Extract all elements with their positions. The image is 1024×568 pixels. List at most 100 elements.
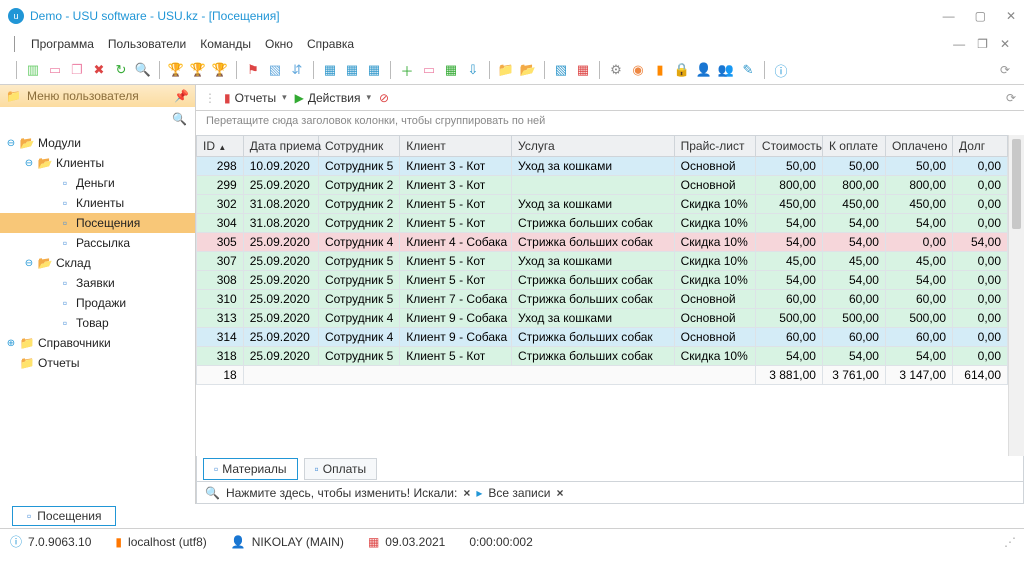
filter-clear2-icon[interactable]: × — [556, 486, 563, 500]
data-grid[interactable]: ID ▲ Дата приема Сотрудник Клиент Услуга… — [196, 135, 1008, 385]
link-icon[interactable]: ⇵ — [289, 62, 305, 78]
table-row[interactable]: 29810.09.2020Сотрудник 5Клиент 3 - КотУх… — [197, 157, 1008, 176]
folder1-icon[interactable]: 📁 — [498, 62, 514, 78]
open-icon[interactable]: ▭ — [47, 62, 63, 78]
tab-payments[interactable]: ▫Оплаты — [304, 458, 378, 480]
resize-grip-icon[interactable]: ⋰ — [1004, 535, 1014, 549]
col-client[interactable]: Клиент — [400, 136, 512, 157]
table-row[interactable]: 31025.09.2020Сотрудник 5Клиент 7 - Собак… — [197, 290, 1008, 309]
search-icon[interactable]: 🔍 — [135, 62, 151, 78]
note-icon[interactable]: ▭ — [421, 62, 437, 78]
app3-icon[interactable]: ▦ — [366, 62, 382, 78]
col-debt[interactable]: Долг — [953, 136, 1008, 157]
tree-refs[interactable]: ⊕📁Справочники — [0, 333, 195, 353]
gear-icon[interactable]: ⚙ — [608, 62, 624, 78]
col-paid[interactable]: Оплачено — [885, 136, 952, 157]
tree-sales[interactable]: ▫Продажи — [0, 293, 195, 313]
tree-money[interactable]: ▫Деньги — [0, 173, 195, 193]
calendar-icon[interactable]: ▦ — [575, 62, 591, 78]
filter-clear1-icon[interactable]: × — [463, 486, 470, 500]
mdi-restore-icon[interactable]: ❐ — [977, 37, 988, 51]
user-icon[interactable]: 👤 — [696, 62, 712, 78]
menu-users[interactable]: Пользователи — [108, 37, 186, 51]
table-row[interactable]: 29925.09.2020Сотрудник 2Клиент 3 - КотОс… — [197, 176, 1008, 195]
users-icon[interactable]: 👥 — [718, 62, 734, 78]
tree-requests[interactable]: ▫Заявки — [0, 273, 195, 293]
maximize-icon[interactable]: ▢ — [975, 9, 986, 23]
add-icon[interactable]: ＋ — [399, 62, 415, 78]
rss-icon[interactable]: ▮ — [652, 62, 668, 78]
color-icon[interactable]: ◉ — [630, 62, 646, 78]
menu-window[interactable]: Окно — [265, 37, 293, 51]
trophy3-icon[interactable]: 🏆 — [212, 62, 228, 78]
tree-search[interactable]: 🔍 — [0, 107, 195, 131]
power2-icon[interactable]: ⟳ — [1006, 91, 1016, 105]
table-row[interactable]: 31325.09.2020Сотрудник 4Клиент 9 - Собак… — [197, 309, 1008, 328]
mdi-minimize-icon[interactable]: — — [953, 37, 965, 51]
import-icon[interactable]: ⇩ — [465, 62, 481, 78]
col-id[interactable]: ID ▲ — [197, 136, 244, 157]
grid-header-row[interactable]: ID ▲ Дата приема Сотрудник Клиент Услуга… — [197, 136, 1008, 157]
tree-goods[interactable]: ▫Товар — [0, 313, 195, 333]
tab-materials[interactable]: ▫Материалы — [203, 458, 298, 480]
trophy1-icon[interactable]: 🏆 — [168, 62, 184, 78]
clean-icon[interactable]: ✎ — [740, 62, 756, 78]
app2-icon[interactable]: ▦ — [344, 62, 360, 78]
menu-program[interactable]: Программа — [31, 37, 94, 51]
delete-icon[interactable]: ✖ — [91, 62, 107, 78]
mdi-close-icon[interactable]: ✕ — [1000, 37, 1010, 51]
vertical-scrollbar[interactable] — [1008, 135, 1024, 456]
refresh-icon[interactable]: ↻ — [113, 62, 129, 78]
app1-icon[interactable]: ▦ — [322, 62, 338, 78]
copy-icon[interactable]: ❐ — [69, 62, 85, 78]
stop-button[interactable]: ⊘ — [379, 91, 389, 105]
pin-icon[interactable]: 📌 — [174, 89, 189, 103]
reports-button[interactable]: ▮Отчеты — [224, 91, 287, 105]
table-row[interactable]: 30525.09.2020Сотрудник 4Клиент 4 - Собак… — [197, 233, 1008, 252]
table-row[interactable]: 30231.08.2020Сотрудник 2Клиент 5 - КотУх… — [197, 195, 1008, 214]
chart-icon[interactable]: ▧ — [553, 62, 569, 78]
image-icon[interactable]: ▧ — [267, 62, 283, 78]
menu-help[interactable]: Справка — [307, 37, 354, 51]
cell-service: Уход за кошками — [512, 252, 675, 271]
table-row[interactable]: 30725.09.2020Сотрудник 5Клиент 5 - КотУх… — [197, 252, 1008, 271]
power-icon[interactable]: ⟳ — [1000, 63, 1010, 77]
right-panel: ⋮ ▮Отчеты ▶Действия ⊘ ⟳ Перетащите сюда … — [196, 85, 1024, 504]
doctab-visits[interactable]: ▫Посещения — [12, 506, 116, 526]
tree-visits[interactable]: ▫Посещения — [0, 213, 195, 233]
info-icon[interactable]: ⓘ — [773, 62, 789, 78]
cell-topay: 50,00 — [822, 157, 885, 176]
flag-icon[interactable]: ⚑ — [245, 62, 261, 78]
minimize-icon[interactable]: — — [943, 9, 955, 23]
folder2-icon[interactable]: 📂 — [520, 62, 536, 78]
info2-icon[interactable]: ⓘ — [10, 533, 22, 550]
excel-icon[interactable]: ▦ — [443, 62, 459, 78]
new-icon[interactable]: ▥ — [25, 62, 41, 78]
table-row[interactable]: 30431.08.2020Сотрудник 2Клиент 5 - КотСт… — [197, 214, 1008, 233]
status-version: 7.0.9063.10 — [28, 535, 91, 549]
col-cost[interactable]: Стоимость — [755, 136, 822, 157]
tree-mailing[interactable]: ▫Рассылка — [0, 233, 195, 253]
tree-reports[interactable]: 📁Отчеты — [0, 353, 195, 373]
col-topay[interactable]: К оплате — [822, 136, 885, 157]
col-emp[interactable]: Сотрудник — [318, 136, 399, 157]
tree-clients[interactable]: ⊖📂Клиенты — [0, 153, 195, 173]
actions-button[interactable]: ▶Действия — [295, 91, 371, 105]
filter-bar[interactable]: 🔍 Нажмите здесь, чтобы изменить! Искали:… — [196, 482, 1024, 504]
table-row[interactable]: 31825.09.2020Сотрудник 5Клиент 5 - КотСт… — [197, 347, 1008, 366]
tree-clients2[interactable]: ▫Клиенты — [0, 193, 195, 213]
col-service[interactable]: Услуга — [512, 136, 675, 157]
col-date[interactable]: Дата приема — [243, 136, 318, 157]
menu-commands[interactable]: Команды — [200, 37, 251, 51]
tree-modules[interactable]: ⊖📂Модули — [0, 133, 195, 153]
tree-warehouse[interactable]: ⊖📂Склад — [0, 253, 195, 273]
cell-debt: 0,00 — [953, 195, 1008, 214]
trophy2-icon[interactable]: 🏆 — [190, 62, 206, 78]
table-row[interactable]: 30825.09.2020Сотрудник 5Клиент 5 - КотСт… — [197, 271, 1008, 290]
table-row[interactable]: 31425.09.2020Сотрудник 4Клиент 9 - Собак… — [197, 328, 1008, 347]
tree-label: Товар — [76, 316, 109, 330]
close-icon[interactable]: ✕ — [1006, 9, 1016, 23]
col-price[interactable]: Прайс-лист — [674, 136, 755, 157]
lock-icon[interactable]: 🔒 — [674, 62, 690, 78]
cell-id: 310 — [197, 290, 244, 309]
